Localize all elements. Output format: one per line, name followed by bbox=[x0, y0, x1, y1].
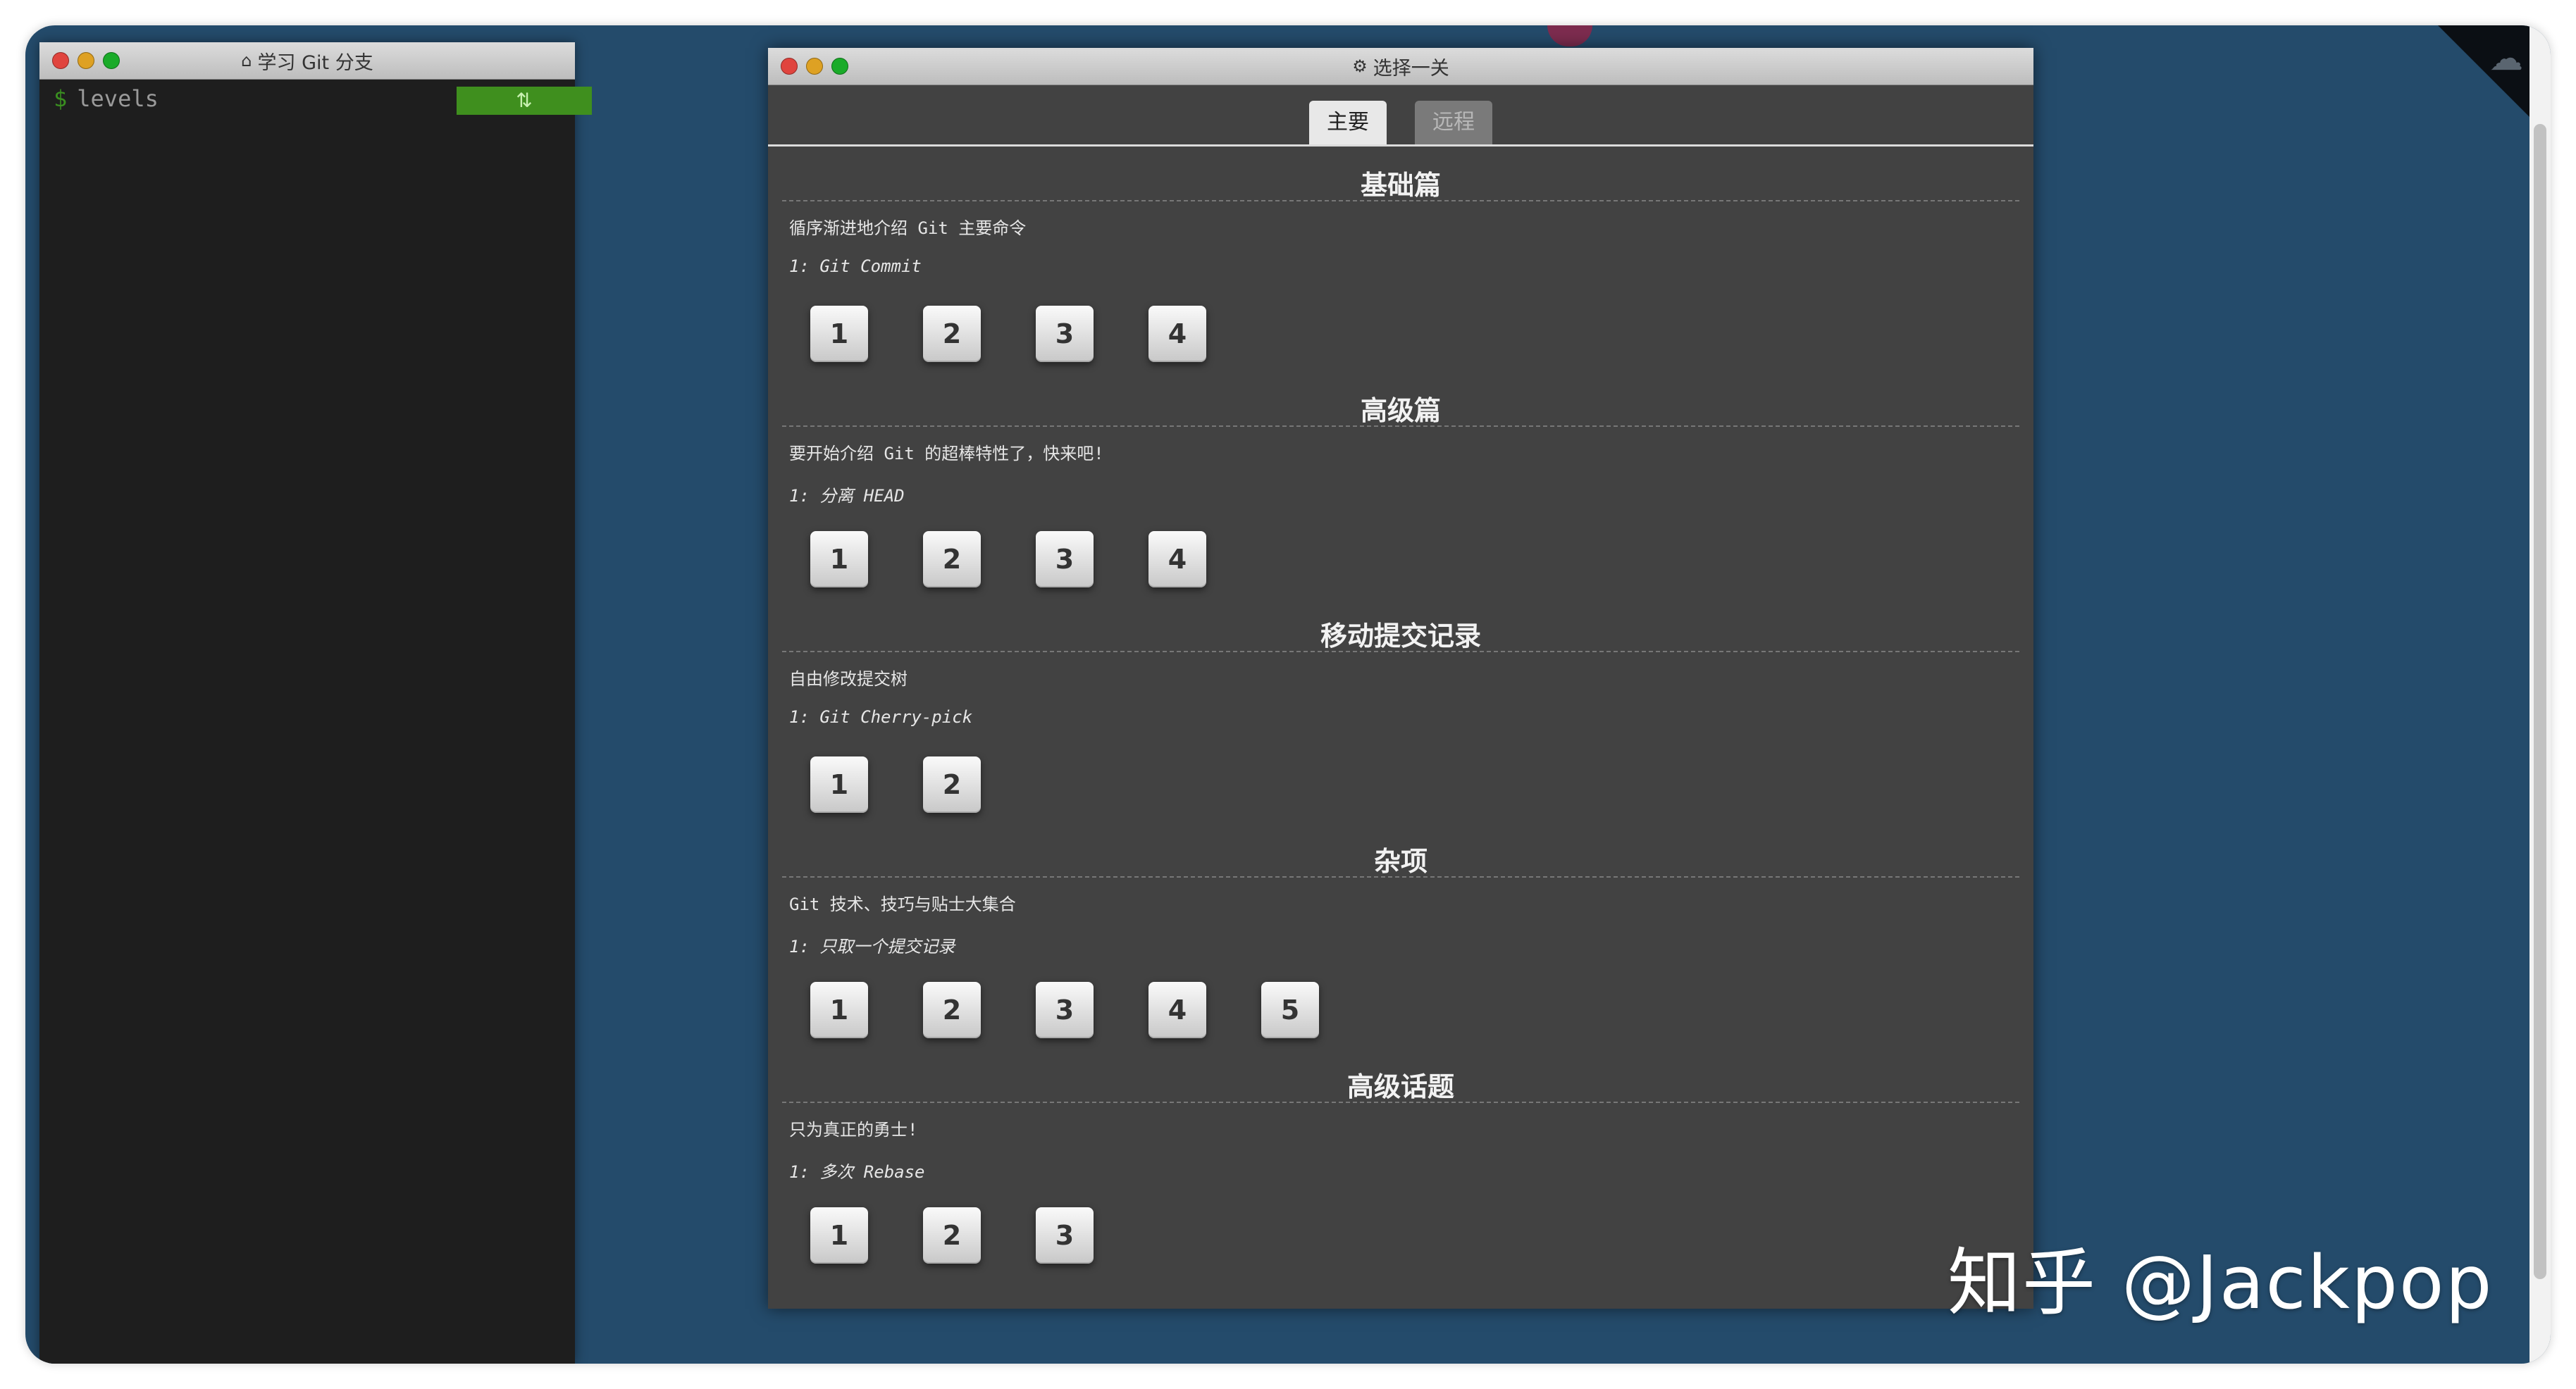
section-description: Git 技术、技巧与贴士大集合 bbox=[789, 895, 1016, 914]
level-button[interactable]: 4 bbox=[1148, 306, 1206, 362]
avatar bbox=[1547, 25, 1592, 46]
section-level-name: 1: Git Cherry-pick bbox=[789, 707, 973, 727]
home-icon: ⌂ bbox=[241, 51, 252, 70]
level-button[interactable]: 3 bbox=[1036, 982, 1094, 1038]
close-window-button[interactable] bbox=[52, 52, 69, 69]
sync-badge[interactable]: ⇅ bbox=[457, 87, 592, 115]
sequence-tabs: 主要 远程 bbox=[768, 85, 2033, 147]
dialog-title: 选择一关 bbox=[1373, 57, 1449, 80]
tab-main[interactable]: 主要 bbox=[1309, 101, 1387, 144]
section-level-name: 1: 多次 Rebase bbox=[789, 1162, 925, 1182]
tab-remote[interactable]: 远程 bbox=[1415, 101, 1492, 144]
section-misc: 杂项 Git 技术、技巧与贴士大集合 1: 只取一个提交记录 1 2 3 4 5 bbox=[768, 823, 2033, 1048]
level-button[interactable]: 2 bbox=[923, 756, 981, 813]
terminal-titlebar: ⌂ 学习 Git 分支 bbox=[39, 42, 575, 80]
desktop: ☁ ⌂ 学习 Git 分支 $ levels ⇅ ⚙ 选择一关 主要 远程 基础… bbox=[25, 25, 2551, 1364]
level-button[interactable]: 1 bbox=[810, 982, 868, 1038]
level-button[interactable]: 1 bbox=[810, 531, 868, 587]
level-button[interactable]: 5 bbox=[1261, 982, 1319, 1038]
octocat-icon[interactable]: ☁ bbox=[2487, 39, 2525, 77]
level-button[interactable]: 2 bbox=[923, 982, 981, 1038]
scrollbar-thumb[interactable] bbox=[2534, 124, 2546, 1279]
section-title: 杂项 bbox=[1373, 846, 1428, 877]
watermark: 知乎 @Jackpop bbox=[1948, 1240, 2494, 1326]
section-advanced: 高级篇 要开始介绍 Git 的超棒特性了，快来吧! 1: 分离 HEAD 1 2… bbox=[768, 372, 2033, 597]
section-title: 高级篇 bbox=[1360, 395, 1441, 426]
section-description: 自由修改提交树 bbox=[789, 669, 908, 689]
section-level-name: 1: 分离 HEAD bbox=[789, 486, 905, 506]
level-button[interactable]: 2 bbox=[923, 1207, 981, 1264]
maximize-window-button[interactable] bbox=[103, 52, 120, 69]
section-level-name: 1: 只取一个提交记录 bbox=[789, 937, 955, 957]
terminal-output[interactable]: $ levels ⇅ bbox=[39, 80, 592, 133]
minimize-window-button[interactable] bbox=[78, 52, 94, 69]
gear-icon: ⚙ bbox=[1352, 56, 1368, 76]
level-button[interactable]: 3 bbox=[1036, 531, 1094, 587]
level-button[interactable]: 4 bbox=[1148, 982, 1206, 1038]
level-buttons: 1 2 3 4 5 bbox=[810, 982, 2033, 1038]
dialog-minimize-button[interactable] bbox=[806, 58, 823, 75]
level-buttons: 1 2 3 4 bbox=[810, 306, 2033, 362]
terminal-window: ⌂ 学习 Git 分支 $ levels ⇅ bbox=[39, 42, 592, 1364]
section-description: 循序渐进地介绍 Git 主要命令 bbox=[789, 218, 1027, 238]
dialog-titlebar: ⚙ 选择一关 bbox=[768, 48, 2033, 85]
dialog-window-controls bbox=[781, 58, 848, 75]
level-buttons: 1 2 bbox=[810, 756, 2033, 813]
section-level-name: 1: Git Commit bbox=[789, 256, 922, 276]
sync-icon: ⇅ bbox=[516, 89, 533, 112]
level-buttons: 1 2 3 bbox=[810, 1207, 2033, 1264]
window-controls bbox=[52, 52, 120, 69]
level-button[interactable]: 1 bbox=[810, 756, 868, 813]
section-title: 高级话题 bbox=[1346, 1071, 1454, 1102]
command-line: $ levels bbox=[54, 85, 159, 112]
level-button[interactable]: 2 bbox=[923, 531, 981, 587]
page-scrollbar[interactable] bbox=[2529, 25, 2551, 1364]
level-button[interactable]: 3 bbox=[1036, 306, 1094, 362]
level-button[interactable]: 2 bbox=[923, 306, 981, 362]
prompt-sign: $ bbox=[54, 85, 68, 112]
level-buttons: 1 2 3 4 bbox=[810, 531, 2033, 587]
command-text: levels bbox=[77, 85, 159, 112]
section-basics: 基础篇 循序渐进地介绍 Git 主要命令 1: Git Commit 1 2 3… bbox=[768, 147, 2033, 372]
level-button[interactable]: 3 bbox=[1036, 1207, 1094, 1264]
dialog-close-button[interactable] bbox=[781, 58, 798, 75]
level-button[interactable]: 1 bbox=[810, 306, 868, 362]
section-description: 要开始介绍 Git 的超棒特性了，快来吧! bbox=[789, 444, 1104, 463]
level-button[interactable]: 4 bbox=[1148, 531, 1206, 587]
terminal-title: 学习 Git 分支 bbox=[257, 51, 373, 74]
section-title: 移动提交记录 bbox=[1320, 621, 1481, 652]
level-button[interactable]: 1 bbox=[810, 1207, 868, 1264]
section-title: 基础篇 bbox=[1360, 170, 1441, 201]
dialog-maximize-button[interactable] bbox=[831, 58, 848, 75]
section-advanced-topics: 高级话题 只为真正的勇士! 1: 多次 Rebase 1 2 3 bbox=[768, 1048, 2033, 1273]
section-move-commits: 移动提交记录 自由修改提交树 1: Git Cherry-pick 1 2 bbox=[768, 597, 2033, 823]
section-description: 只为真正的勇士! bbox=[789, 1120, 918, 1140]
level-select-dialog: ⚙ 选择一关 主要 远程 基础篇 循序渐进地介绍 Git 主要命令 1: Git… bbox=[768, 48, 2033, 1309]
